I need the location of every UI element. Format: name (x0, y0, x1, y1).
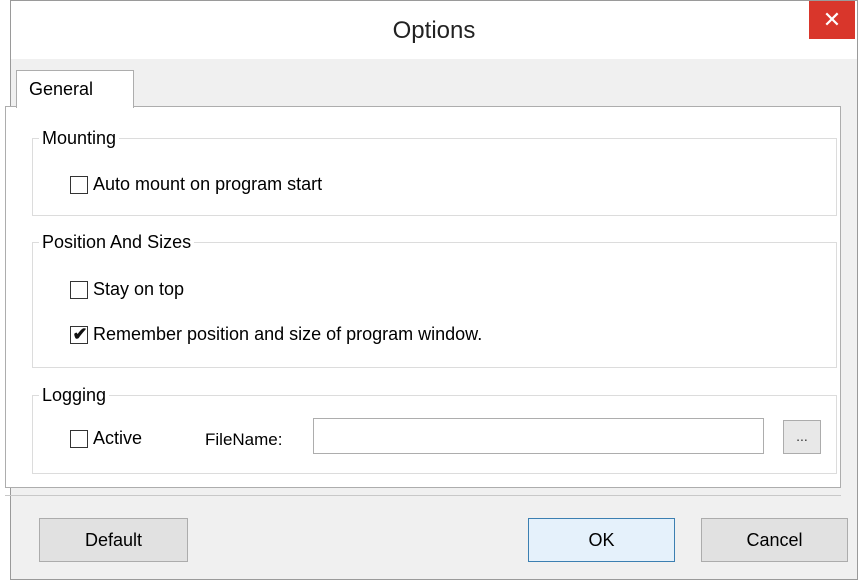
checkmark-icon: ✔ (72, 323, 88, 344)
group-title-position: Position And Sizes (42, 232, 192, 252)
title-bar: Options ✕ (11, 1, 857, 59)
group-title-logging: Logging (42, 385, 107, 405)
remember-position-label: Remember position and size of program wi… (93, 324, 483, 344)
tab-general[interactable]: General (16, 70, 134, 108)
stay-on-top-checkbox-row[interactable]: Stay on top (70, 279, 184, 300)
footer-divider (5, 495, 841, 496)
group-title-mounting: Mounting (42, 128, 117, 148)
stay-on-top-label: Stay on top (93, 279, 185, 299)
remember-position-checkbox-row[interactable]: ✔ Remember position and size of program … (70, 324, 482, 345)
filename-label: FileName: (205, 430, 283, 449)
logging-active-checkbox[interactable] (70, 429, 88, 448)
group-position-and-sizes: Position And Sizes (32, 232, 837, 368)
auto-mount-checkbox[interactable] (70, 175, 88, 194)
dialog-title: Options (392, 17, 476, 44)
close-button[interactable]: ✕ (809, 1, 855, 39)
stay-on-top-checkbox[interactable] (70, 280, 88, 299)
group-mounting: Mounting (32, 128, 837, 216)
ok-button[interactable]: OK (528, 518, 675, 562)
logging-active-label: Active (93, 428, 143, 448)
remember-position-checkbox[interactable]: ✔ (70, 323, 88, 344)
auto-mount-label: Auto mount on program start (93, 174, 323, 194)
cancel-button[interactable]: Cancel (701, 518, 848, 562)
filename-input[interactable] (313, 418, 764, 454)
logging-active-checkbox-row[interactable]: Active (70, 428, 142, 449)
auto-mount-checkbox-row[interactable]: Auto mount on program start (70, 174, 322, 195)
browse-button[interactable]: ... (783, 420, 821, 454)
close-icon: ✕ (822, 7, 842, 32)
default-button[interactable]: Default (39, 518, 188, 562)
